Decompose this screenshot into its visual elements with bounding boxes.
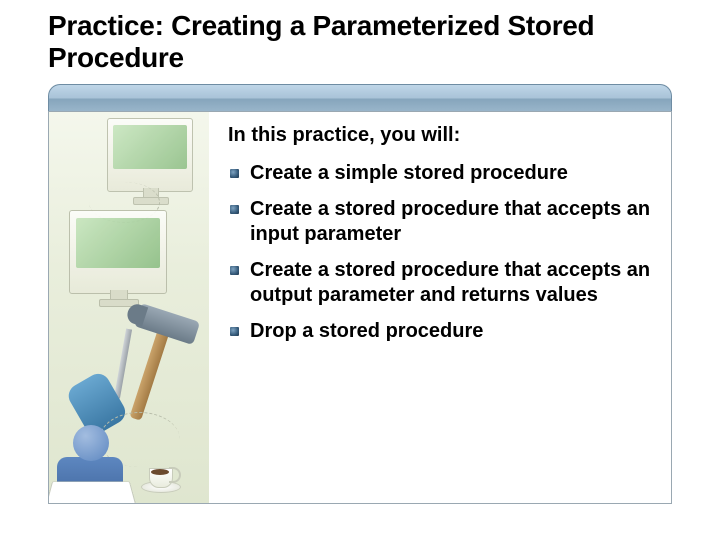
bullet-list: Create a simple stored procedure Create … (228, 161, 652, 343)
list-item: Create a stored procedure that accepts a… (228, 258, 652, 307)
content-area: In this practice, you will: Create a sim… (228, 124, 652, 355)
slide-title: Practice: Creating a Parameterized Store… (48, 10, 672, 74)
slide: Practice: Creating a Parameterized Store… (0, 0, 720, 540)
content-panel: In this practice, you will: Create a sim… (48, 84, 672, 504)
panel-header-bar (48, 84, 672, 112)
list-item: Create a simple stored procedure (228, 161, 652, 185)
coffee-cup-icon (141, 461, 179, 493)
list-item: Create a stored procedure that accepts a… (228, 197, 652, 246)
lead-text: In this practice, you will: (228, 124, 652, 147)
list-item: Drop a stored procedure (228, 319, 652, 343)
sidebar-illustration (49, 112, 209, 503)
person-reading-icon (49, 415, 139, 503)
monitor-icon (107, 118, 193, 192)
